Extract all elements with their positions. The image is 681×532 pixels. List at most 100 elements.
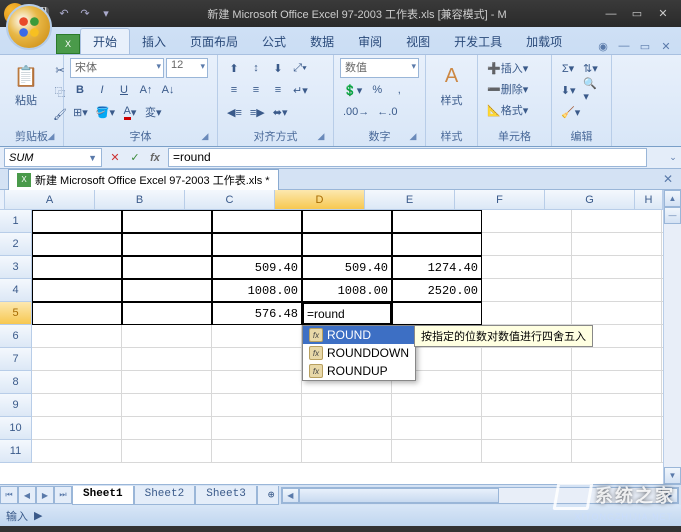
tab-data[interactable]: 数据 [298,29,346,54]
formula-enter-button[interactable]: ✓ [126,149,144,167]
cell-C1[interactable] [212,210,302,233]
formula-bar[interactable]: =round [168,148,647,167]
name-box[interactable]: SUM▼ [4,148,102,167]
comma-button[interactable]: , [389,80,409,100]
cell-C3[interactable]: 509.40 [212,256,302,279]
grow-font-button[interactable]: A↑ [136,80,156,100]
cell-D2[interactable] [302,233,392,256]
number-format-combo[interactable]: 数值 [340,58,419,78]
workbook-tab[interactable]: X 新建 Microsoft Office Excel 97-2003 工作表.… [8,169,279,190]
cell-C9[interactable] [212,394,302,417]
cell-A1[interactable] [32,210,122,233]
cell-C10[interactable] [212,417,302,440]
cell-F8[interactable] [482,371,572,394]
cell-C2[interactable] [212,233,302,256]
qat-redo-icon[interactable]: ↷ [76,5,94,23]
autosum-button[interactable]: Σ▾ [558,58,578,78]
orientation-button[interactable]: ⤢▾ [290,58,310,78]
row-header-5[interactable]: 5 [0,302,32,325]
sheet-tab-sheet2[interactable]: Sheet2 [134,486,196,505]
hscroll-thumb[interactable] [299,488,499,503]
formula-bar-expand-icon[interactable]: ⌄ [665,152,681,163]
cell-H6[interactable] [662,325,663,348]
align-middle-button[interactable]: ↕ [246,58,266,78]
cell-G7[interactable] [572,348,662,371]
styles-button[interactable]: A 样式 [432,58,471,108]
cell-G9[interactable] [572,394,662,417]
mdi-close-button[interactable]: ✕ [657,38,675,54]
new-sheet-button[interactable]: ⊕ [257,486,279,505]
decrease-decimal-button[interactable]: ←.0 [374,102,400,122]
font-dialog-icon[interactable]: ◢ [199,131,211,143]
cell-H5[interactable] [662,302,663,325]
row-header-8[interactable]: 8 [0,371,32,394]
sort-filter-button[interactable]: ⇅▾ [580,58,601,78]
paste-button[interactable]: 📋 粘贴 [6,58,46,108]
cell-H11[interactable] [662,440,663,463]
align-right-button[interactable]: ≡ [268,80,288,100]
cell-H4[interactable] [662,279,663,302]
cell-D3[interactable]: 509.40 [302,256,392,279]
cell-C5[interactable]: 576.48 [212,302,302,325]
number-dialog-icon[interactable]: ◢ [407,131,419,143]
col-header-D[interactable]: D [275,190,365,210]
borders-button[interactable]: ⊞▾ [70,102,91,122]
help-icon[interactable]: ◉ [594,38,612,54]
cell-C7[interactable] [212,348,302,371]
delete-cells-button[interactable]: ➖ 删除 ▾ [484,79,545,99]
col-header-C[interactable]: C [185,190,275,210]
increase-decimal-button[interactable]: .00→ [340,102,372,122]
row-header-1[interactable]: 1 [0,210,32,233]
cell-B6[interactable] [122,325,212,348]
align-bottom-button[interactable]: ⬇ [268,58,288,78]
cell-C11[interactable] [212,440,302,463]
cell-D9[interactable] [302,394,392,417]
workbook-close-button[interactable]: ✕ [663,172,673,186]
cell-G4[interactable] [572,279,662,302]
col-header-E[interactable]: E [365,190,455,210]
office-button[interactable] [6,4,52,50]
autocomplete-item[interactable]: fxROUND [303,326,415,344]
cell-A6[interactable] [32,325,122,348]
cell-H3[interactable] [662,256,663,279]
cell-G2[interactable] [572,233,662,256]
cell-H8[interactable] [662,371,663,394]
cell-F11[interactable] [482,440,572,463]
increase-indent-button[interactable]: ≡▶ [247,102,268,122]
tab-addins[interactable]: 加载项 [514,29,574,54]
percent-button[interactable]: % [367,80,387,100]
cell-B1[interactable] [122,210,212,233]
tab-view[interactable]: 视图 [394,29,442,54]
cell-D10[interactable] [302,417,392,440]
align-top-button[interactable]: ⬆ [224,58,244,78]
cell-G3[interactable] [572,256,662,279]
mdi-restore-button[interactable]: ▭ [636,38,654,54]
formula-cancel-button[interactable]: ✕ [106,149,124,167]
row-header-4[interactable]: 4 [0,279,32,302]
cell-G10[interactable] [572,417,662,440]
fx-icon[interactable]: fx [146,149,164,167]
clear-button[interactable]: 🧹▾ [558,102,583,122]
cell-F10[interactable] [482,417,572,440]
cell-G5[interactable] [572,302,662,325]
sheet-nav-last-button[interactable]: ⏭ [54,486,72,504]
cell-A3[interactable] [32,256,122,279]
cell-E10[interactable] [392,417,482,440]
scroll-left-button[interactable]: ◀ [282,488,299,503]
cell-G11[interactable] [572,440,662,463]
tab-developer[interactable]: 开发工具 [442,29,514,54]
formula-autocomplete[interactable]: fxROUNDfxROUNDDOWNfxROUNDUP [302,325,416,381]
cell-B8[interactable] [122,371,212,394]
scroll-up-button[interactable]: ▲ [664,190,681,207]
col-header-B[interactable]: B [95,190,185,210]
cell-F4[interactable] [482,279,572,302]
wrap-text-button[interactable]: ↵▾ [290,80,311,100]
tab-review[interactable]: 审阅 [346,29,394,54]
align-dialog-icon[interactable]: ◢ [315,131,327,143]
cell-E9[interactable] [392,394,482,417]
status-macro-icon[interactable]: ▶ [34,509,42,522]
namebox-dropdown-icon[interactable]: ▼ [88,153,97,163]
cell-D5[interactable]: =round [302,302,392,325]
fill-button[interactable]: ⬇▾ [558,80,578,100]
cell-D11[interactable] [302,440,392,463]
